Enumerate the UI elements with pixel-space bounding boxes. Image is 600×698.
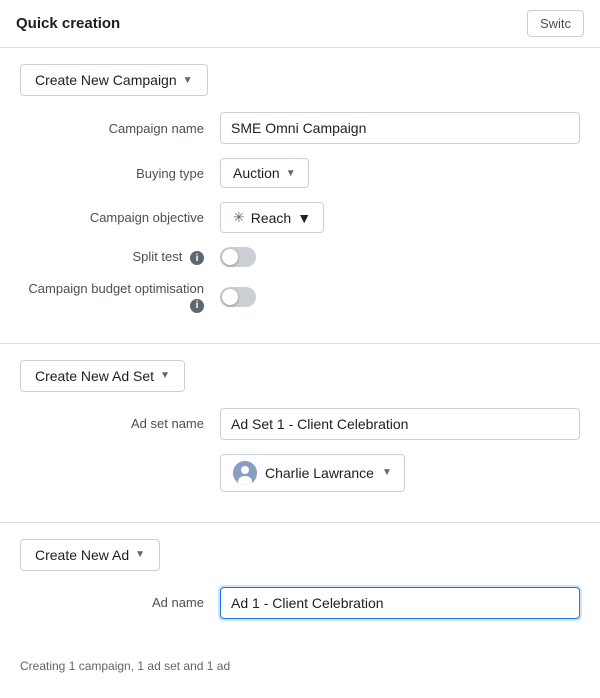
split-test-toggle[interactable] xyxy=(220,247,256,267)
campaign-budget-row: Campaign budget optimisation i xyxy=(20,281,580,313)
adset-person-row: Charlie Lawrance ▼ xyxy=(20,454,580,492)
ad-name-row: Ad name xyxy=(20,587,580,619)
adset-section: Create New Ad Set ▼ Ad set name xyxy=(0,344,600,523)
status-text: Creating 1 campaign, 1 ad set and 1 ad xyxy=(20,659,230,673)
adset-form: Ad set name Charlie Lawrance ▼ xyxy=(20,408,580,492)
ad-name-label: Ad name xyxy=(20,595,220,610)
reach-snowflake-icon: ✳ xyxy=(233,209,245,226)
adset-name-input[interactable] xyxy=(220,408,580,440)
buying-type-row: Buying type Auction ▼ xyxy=(20,158,580,188)
campaign-section: Create New Campaign ▼ Campaign name Buyi… xyxy=(0,48,600,344)
campaign-budget-label: Campaign budget optimisation i xyxy=(20,281,220,313)
buying-type-caret-icon: ▼ xyxy=(286,168,296,179)
person-dropdown[interactable]: Charlie Lawrance ▼ xyxy=(220,454,405,492)
ad-form: Ad name xyxy=(20,587,580,619)
campaign-budget-toggle-thumb xyxy=(222,289,238,305)
campaign-objective-label: Campaign objective xyxy=(20,210,220,225)
campaign-budget-toggle[interactable] xyxy=(220,287,256,307)
ad-section: Create New Ad ▼ Ad name xyxy=(0,523,600,649)
create-new-ad-button[interactable]: Create New Ad ▼ xyxy=(20,539,160,571)
person-caret-icon: ▼ xyxy=(382,467,392,478)
ad-button-caret-icon: ▼ xyxy=(135,549,145,560)
buying-type-dropdown[interactable]: Auction ▼ xyxy=(220,158,309,188)
campaign-name-label: Campaign name xyxy=(20,121,220,136)
switch-button[interactable]: Switc xyxy=(527,10,584,37)
page-header: Quick creation Switc xyxy=(0,0,600,48)
split-test-toggle-thumb xyxy=(222,249,238,265)
campaign-name-input[interactable] xyxy=(220,112,580,144)
ad-name-input[interactable] xyxy=(220,587,580,619)
split-test-info-icon[interactable]: i xyxy=(190,251,204,265)
objective-caret-icon: ▼ xyxy=(297,210,311,226)
split-test-toggle-track xyxy=(220,247,256,267)
avatar xyxy=(233,461,257,485)
buying-type-label: Buying type xyxy=(20,166,220,181)
adset-button-caret-icon: ▼ xyxy=(160,370,170,381)
campaign-budget-toggle-track xyxy=(220,287,256,307)
page-title: Quick creation xyxy=(16,15,120,32)
create-new-adset-button[interactable]: Create New Ad Set ▼ xyxy=(20,360,185,392)
budget-info-icon[interactable]: i xyxy=(190,299,204,313)
adset-name-label: Ad set name xyxy=(20,416,220,431)
create-new-campaign-button[interactable]: Create New Campaign ▼ xyxy=(20,64,208,96)
campaign-objective-row: Campaign objective ✳ Reach ▼ xyxy=(20,202,580,233)
campaign-form: Campaign name Buying type Auction ▼ Camp… xyxy=(20,112,580,313)
split-test-label: Split test i xyxy=(20,249,220,266)
adset-name-row: Ad set name xyxy=(20,408,580,440)
campaign-objective-dropdown[interactable]: ✳ Reach ▼ xyxy=(220,202,324,233)
campaign-name-row: Campaign name xyxy=(20,112,580,144)
campaign-button-caret-icon: ▼ xyxy=(183,75,193,86)
status-bar: Creating 1 campaign, 1 ad set and 1 ad xyxy=(0,649,600,683)
split-test-row: Split test i xyxy=(20,247,580,267)
